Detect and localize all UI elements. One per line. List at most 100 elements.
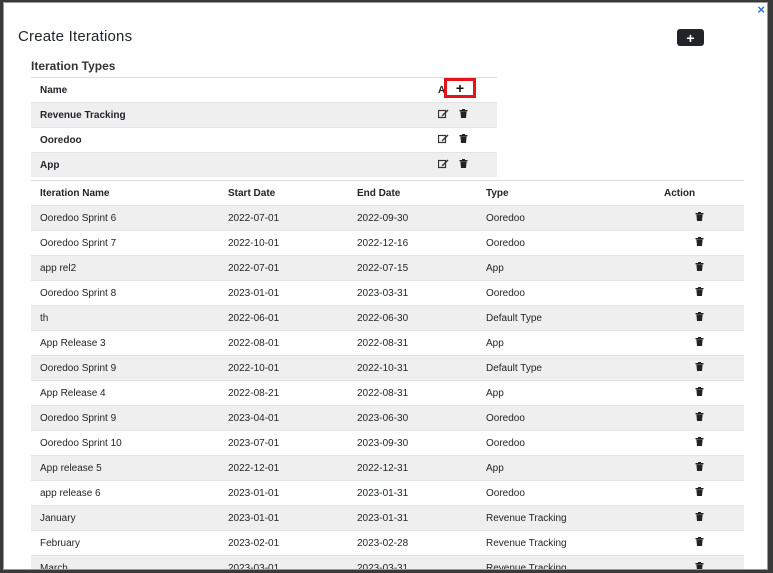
iteration-type: Ooredoo [477,230,655,256]
trash-icon[interactable] [459,159,468,171]
type-row: Ooredoo [31,127,497,153]
iteration-start-date: 2023-02-01 [219,530,348,556]
trash-icon[interactable] [695,262,704,274]
iteration-start-date: 2023-01-01 [219,280,348,306]
iteration-row: Ooredoo Sprint 10 2023-07-01 2023-09-30 Oor… [31,430,744,456]
iteration-name: Ooredoo Sprint 9 [31,355,219,381]
edit-icon[interactable] [437,134,449,147]
iteration-type: App [477,330,655,356]
iteration-row: February 2023-02-01 2023-02-28 Revenue Trac… [31,530,744,556]
iteration-row: th 2022-06-01 2022-06-30 Default Type [31,305,744,331]
iteration-row: Ooredoo Sprint 7 2022-10-01 2022-12-16 Oore… [31,230,744,256]
header-end-date: End Date [348,180,477,206]
type-name: Revenue Tracking [31,102,429,128]
trash-icon[interactable] [695,287,704,299]
trash-icon[interactable] [459,134,468,146]
modal-title: Create Iterations [18,28,133,45]
iteration-row: App Release 3 2022-08-01 2022-08-31 App [31,330,744,356]
trash-icon[interactable] [695,412,704,424]
iteration-actions [655,205,744,231]
iteration-start-date: 2023-07-01 [219,430,348,456]
iteration-end-date: 2022-12-31 [348,455,477,481]
iteration-row: app rel2 2022-07-01 2022-07-15 App [31,255,744,281]
iteration-type: Ooredoo [477,405,655,431]
iteration-type: Ooredoo [477,430,655,456]
iteration-type: Default Type [477,305,655,331]
iteration-name: Ooredoo Sprint 6 [31,205,219,231]
iteration-end-date: 2023-02-28 [348,530,477,556]
iteration-row: Ooredoo Sprint 9 2023-04-01 2023-06-30 Oore… [31,405,744,431]
trash-icon[interactable] [695,437,704,449]
iteration-actions [655,555,744,569]
add-iteration-button[interactable]: + [677,29,704,46]
iteration-end-date: 2022-08-31 [348,380,477,406]
trash-icon[interactable] [695,562,704,569]
edit-icon[interactable] [437,159,449,172]
add-iteration-type-button[interactable]: + [444,78,476,98]
iteration-start-date: 2022-07-01 [219,255,348,281]
type-actions [429,152,497,177]
iteration-actions [655,455,744,481]
type-row: Revenue Tracking [31,102,497,128]
iteration-type: Ooredoo [477,280,655,306]
iteration-type: Revenue Tracking [477,555,655,569]
iteration-start-date: 2022-10-01 [219,230,348,256]
iteration-name: th [31,305,219,331]
iteration-actions [655,530,744,556]
iteration-actions [655,405,744,431]
iteration-name: February [31,530,219,556]
trash-icon[interactable] [695,212,704,224]
types-header-name: Name [31,77,429,103]
header-start-date: Start Date [219,180,348,206]
iteration-start-date: 2023-03-01 [219,555,348,569]
iterations-table: Iteration Name Start Date End Date Type … [31,180,744,569]
type-name: App [31,152,429,177]
iteration-types-title: Iteration Types [31,59,116,73]
iteration-actions [655,255,744,281]
header-type: Type [477,180,655,206]
iteration-type: App [477,455,655,481]
trash-icon[interactable] [695,462,704,474]
iteration-end-date: 2022-06-30 [348,305,477,331]
trash-icon[interactable] [695,387,704,399]
iteration-end-date: 2023-01-31 [348,505,477,531]
iteration-type: App [477,380,655,406]
trash-icon[interactable] [695,487,704,499]
iteration-end-date: 2023-09-30 [348,430,477,456]
iteration-name: Ooredoo Sprint 9 [31,405,219,431]
trash-icon[interactable] [459,109,468,121]
iteration-row: March 2023-03-01 2023-03-31 Revenue Trackin… [31,555,744,569]
iteration-name: app rel2 [31,255,219,281]
trash-icon[interactable] [695,237,704,249]
iteration-start-date: 2023-01-01 [219,480,348,506]
create-iterations-modal: × Create Iterations + Iteration Types Na… [3,2,768,570]
iteration-name: app release 6 [31,480,219,506]
trash-icon[interactable] [695,337,704,349]
iteration-actions [655,355,744,381]
iteration-actions [655,380,744,406]
iteration-type: Ooredoo [477,205,655,231]
iteration-start-date: 2022-07-01 [219,205,348,231]
trash-icon[interactable] [695,512,704,524]
edit-icon[interactable] [437,109,449,122]
iteration-start-date: 2022-06-01 [219,305,348,331]
header-action: Action [655,180,744,206]
iteration-row: App release 5 2022-12-01 2022-12-31 App [31,455,744,481]
trash-icon[interactable] [695,312,704,324]
iteration-type: Revenue Tracking [477,505,655,531]
trash-icon[interactable] [695,537,704,549]
iteration-start-date: 2022-08-21 [219,380,348,406]
iteration-name: January [31,505,219,531]
trash-icon[interactable] [695,362,704,374]
iteration-actions [655,280,744,306]
close-icon[interactable]: × [757,3,765,17]
iteration-name: Ooredoo Sprint 7 [31,230,219,256]
iteration-name: March [31,555,219,569]
iteration-end-date: 2023-01-31 [348,480,477,506]
iteration-start-date: 2022-12-01 [219,455,348,481]
iteration-row: App Release 4 2022-08-21 2022-08-31 App [31,380,744,406]
iteration-end-date: 2023-03-31 [348,280,477,306]
iteration-name: Ooredoo Sprint 8 [31,280,219,306]
iteration-row: January 2023-01-01 2023-01-31 Revenue Track… [31,505,744,531]
iteration-start-date: 2023-04-01 [219,405,348,431]
